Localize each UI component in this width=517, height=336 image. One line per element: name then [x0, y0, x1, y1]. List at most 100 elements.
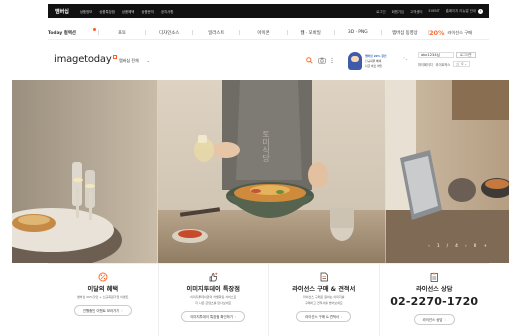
- chevron-down-icon: ⌄: [464, 62, 468, 66]
- event-button-label: 진행중인 이벤트 보러가기: [82, 309, 120, 313]
- info-card-license: 라이선스 구매 & 견적서 라이선스 구매로 원하는 이미지를 구매하고 견적서…: [269, 264, 380, 336]
- hero-banner[interactable]: 토미식당 ‹ 1 / 4 › II +: [12, 80, 509, 263]
- nav-icon[interactable]: 아이콘: [240, 30, 286, 36]
- arrow-right-icon: ›: [121, 309, 123, 313]
- top-bar: 멤버십 상품정보 상품특장점 상품혜택 상품문의 공지사항 로그인 회원가입 고…: [0, 0, 517, 21]
- event-button[interactable]: 진행중인 이벤트 보러가기 ›: [73, 305, 132, 316]
- license-purchase-link[interactable]: 20% 라이선스 구매: [429, 29, 489, 37]
- user-id: abc1234님: [418, 52, 454, 58]
- promo-text: 멤버십 20% 할인 신규회원 혜택 지금 바로 확인: [365, 54, 387, 68]
- site-logo[interactable]: imagetoday: [54, 54, 117, 65]
- top-menu-item[interactable]: 상품정보: [80, 9, 92, 14]
- top-bar-inner: 멤버십 상품정보 상품특장점 상품혜택 상품문의 공지사항 로그인 회원가입 고…: [48, 4, 489, 18]
- chevron-up-down-icon[interactable]: ⌃⌄: [402, 57, 408, 61]
- category-nav: Today 컬렉션 포토 디자인소스 일러스트 아이콘 웹 · 모바일 3D ·…: [48, 26, 489, 40]
- camera-search-icon[interactable]: [318, 57, 326, 64]
- hero-next-button[interactable]: ›: [465, 244, 467, 249]
- license-estimate-button[interactable]: 라이선스 구매 & 견적서 ›: [296, 311, 352, 322]
- hero-page-separator: /: [446, 244, 449, 249]
- info-desc: 이미지투데이만의 차별화된 서비스로: [190, 295, 237, 299]
- hero-controls: ‹ 1 / 4 › II +: [428, 244, 487, 249]
- account-links: 마이페이지 라이트박스 🛒 0 ⌄: [418, 61, 488, 67]
- top-menu: 상품정보 상품특장점 상품혜택 상품문의 공지사항: [80, 9, 174, 14]
- search-actions: [306, 57, 333, 64]
- renewal-notice-label: 홈페이지 리뉴얼 안내: [445, 9, 476, 13]
- event-link[interactable]: EVENT: [429, 9, 440, 13]
- nav-web-mobile[interactable]: 웹 · 모바일: [288, 30, 334, 36]
- promo-line-3: 지금 바로 확인: [365, 64, 383, 68]
- signup-link[interactable]: 회원가입: [392, 9, 404, 14]
- cart-icon: 🛒: [456, 62, 461, 66]
- hero-illustration: 토미식당: [12, 80, 509, 263]
- info-icon: i: [478, 9, 483, 14]
- logout-button[interactable]: 로그아웃: [456, 52, 476, 58]
- nav-3d-png[interactable]: 3D · PNG: [335, 30, 381, 35]
- nav-illustration[interactable]: 일러스트: [193, 30, 239, 36]
- hero-total-pages: 4: [455, 244, 458, 249]
- promo-line-1: 멤버십 20% 할인: [365, 54, 387, 58]
- arrow-right-icon: ›: [234, 315, 237, 319]
- features-button-label: 이미지투데이 특장점 확인하기: [190, 315, 233, 319]
- arrow-right-icon: ›: [341, 315, 343, 319]
- header: imagetoday 멤버십 전체 ⌄ 멤버십 20% 할인 신규회원 혜택 지…: [48, 44, 489, 78]
- info-title: 라이선스 구매 & 견적서: [292, 286, 356, 293]
- top-utility-links: 로그인 회원가입 고객센터 EVENT 홈페이지 리뉴얼 안내 i: [376, 8, 489, 14]
- clipboard-icon: [430, 272, 439, 282]
- document-icon: [320, 272, 328, 282]
- nav-membership-video[interactable]: 멤버십 동영상: [382, 30, 428, 36]
- hero-prev-button[interactable]: ‹: [428, 244, 430, 249]
- info-card-consult: 라이선스 상담 02-2270-1720 라이선스 상담 ›: [380, 264, 490, 336]
- consult-phone-number[interactable]: 02-2270-1720: [390, 295, 478, 308]
- cart-button[interactable]: 🛒 0 ⌄: [453, 61, 471, 67]
- membership-brand[interactable]: 멤버십: [48, 8, 76, 15]
- renewal-notice-link[interactable]: 홈페이지 리뉴얼 안내 i: [446, 8, 483, 14]
- license-purchase-label: 라이선스 구매: [447, 29, 472, 35]
- search-scope-label: 멤버십 전체: [119, 57, 139, 63]
- membership-promo-card[interactable]: 멤버십 20% 할인 신규회원 혜택 지금 바로 확인 ⌃⌄: [348, 49, 408, 73]
- search-icon[interactable]: [306, 57, 313, 64]
- info-title: 이미지투데이 특장점: [186, 286, 240, 293]
- hero-current-page: 1: [436, 244, 440, 249]
- top-menu-item[interactable]: 공지사항: [161, 9, 173, 14]
- apron-text: 토미식당: [261, 130, 270, 162]
- more-options-icon[interactable]: [331, 57, 333, 64]
- sale-percent: 20%: [428, 28, 445, 37]
- logo-text: imagetoday: [54, 54, 112, 65]
- support-link[interactable]: 고객센터: [410, 9, 422, 14]
- top-menu-item[interactable]: 상품문의: [141, 9, 153, 14]
- nav-today-collection[interactable]: Today 컬렉션: [48, 27, 98, 36]
- info-title: 라이선스 상담: [416, 286, 453, 293]
- new-dot-icon: [93, 27, 96, 31]
- arrow-right-icon: ›: [444, 318, 446, 322]
- nav-photo[interactable]: 포토: [99, 30, 145, 36]
- percent-badge-icon: [98, 272, 108, 282]
- login-link[interactable]: 로그인: [376, 9, 385, 14]
- info-card-benefits: 이달의 혜택 멤버십 20%할인 + 신규회원가입 이벤트 진행중인 이벤트 보…: [48, 264, 159, 336]
- info-desc: 라이선스 구매로 원하는 이미지를: [302, 295, 345, 299]
- nav-design-source[interactable]: 디자인소스: [146, 30, 192, 36]
- info-section: 이달의 혜택 멤버십 20%할인 + 신규회원가입 이벤트 진행중인 이벤트 보…: [48, 263, 489, 336]
- hero-expand-button[interactable]: +: [483, 244, 487, 249]
- info-desc: 더 나은 콘텐츠를 만나보세요: [195, 301, 232, 305]
- license-estimate-button-label: 라이선스 구매 & 견적서: [305, 315, 340, 319]
- info-desc: 구매하고 견적서를 받아보세요: [304, 301, 343, 305]
- thumbs-up-icon: [209, 272, 218, 282]
- info-card-features: 이미지투데이 특장점 이미지투데이만의 차별화된 서비스로 더 나은 콘텐츠를 …: [159, 264, 269, 336]
- mypage-link[interactable]: 마이페이지: [418, 62, 433, 67]
- hero-pause-button[interactable]: II: [474, 244, 477, 249]
- search-bar: 멤버십 전체 ⌄: [113, 54, 333, 67]
- search-scope-dropdown[interactable]: 멤버십 전체 ⌄: [113, 58, 150, 64]
- consult-button-label: 라이선스 상담: [422, 318, 443, 322]
- top-menu-item[interactable]: 상품특장점: [99, 9, 115, 14]
- info-title: 이달의 혜택: [87, 286, 119, 293]
- account-row: abc1234님 로그아웃: [418, 52, 488, 58]
- nav-today-collection-label: Today 컬렉션: [48, 30, 76, 36]
- lightbox-link[interactable]: 라이트박스: [436, 62, 451, 67]
- mascot-icon: [348, 52, 362, 70]
- top-menu-item[interactable]: 상품혜택: [122, 9, 134, 14]
- info-desc: 멤버십 20%할인 + 신규회원가입 이벤트: [76, 295, 129, 299]
- consult-button[interactable]: 라이선스 상담 ›: [413, 314, 455, 325]
- features-button[interactable]: 이미지투데이 특장점 확인하기 ›: [181, 311, 246, 322]
- promo-line-2: 신규회원 혜택: [365, 59, 382, 63]
- chevron-down-icon: ⌄: [146, 58, 151, 63]
